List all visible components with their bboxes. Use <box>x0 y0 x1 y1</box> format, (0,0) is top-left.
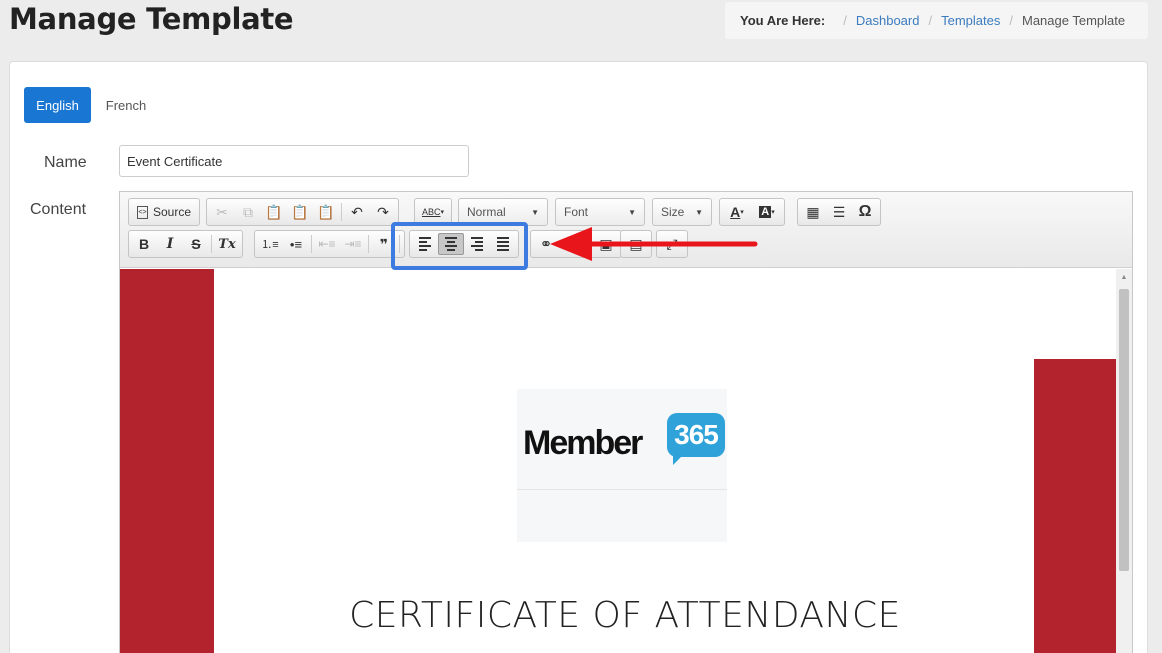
scroll-thumb[interactable] <box>1119 289 1129 571</box>
annotation-arrow-icon <box>550 227 758 261</box>
chevron-down-icon: ▼ <box>695 207 703 217</box>
breadcrumb-separator: / <box>928 13 933 28</box>
breadcrumb-label: You Are Here: <box>740 13 826 28</box>
bulleted-list-icon[interactable]: •≡ <box>283 233 309 255</box>
logo-badge: 365 <box>667 413 725 465</box>
font-dropdown-value: Font <box>564 205 589 219</box>
certificate-title: CERTIFICATE OF ATTENDANCE <box>349 595 901 636</box>
logo-text: Member <box>523 424 643 462</box>
background-color-icon[interactable]: A ▾ <box>752 201 782 223</box>
alignment-highlight-box <box>391 222 528 270</box>
tab-french[interactable]: French <box>94 87 158 123</box>
editor-content-area[interactable]: Member 365 CERTIFICATE OF ATTENDANCE <box>120 269 1116 653</box>
chevron-down-icon: ▼ <box>531 207 539 217</box>
paste-icon[interactable]: 📋 <box>261 201 287 223</box>
name-input-value: Event Certificate <box>127 153 223 169</box>
paste-word-icon[interactable]: 📋 <box>313 201 339 223</box>
cut-icon[interactable]: ✂ <box>209 201 235 223</box>
editor-scrollbar[interactable]: ▲ <box>1116 269 1132 653</box>
scroll-up-icon[interactable]: ▲ <box>1116 271 1132 283</box>
italic-icon[interactable]: I <box>157 233 183 255</box>
size-dropdown[interactable]: Size ▼ <box>652 198 712 226</box>
bold-icon[interactable]: B <box>131 233 157 255</box>
breadcrumb-current: Manage Template <box>1021 13 1126 28</box>
undo-icon[interactable]: ↶ <box>344 201 370 223</box>
template-panel: English French Name Event Certificate Co… <box>9 61 1148 653</box>
source-button-label: Source <box>153 205 192 219</box>
breadcrumb-separator: / <box>1009 13 1013 28</box>
breadcrumb-dashboard-link[interactable]: Dashboard <box>856 13 920 28</box>
chevron-down-icon: ▼ <box>628 207 636 217</box>
name-input[interactable]: Event Certificate <box>119 145 469 177</box>
table-icon[interactable]: ▦ <box>800 201 826 223</box>
breadcrumb-separator: / <box>843 13 847 28</box>
breadcrumb-templates-link[interactable]: Templates <box>941 13 1000 28</box>
name-label: Name <box>44 154 87 171</box>
member365-logo: Member 365 <box>517 389 727 542</box>
strikethrough-icon[interactable]: S <box>183 233 209 255</box>
source-icon: <> <box>137 205 148 219</box>
remove-format-icon[interactable]: Tx <box>214 233 240 255</box>
spellcheck-icon[interactable]: ABC ▾ <box>417 201 449 223</box>
redo-icon[interactable]: ↷ <box>370 201 396 223</box>
clipboard-group: ✂ ⧉ 📋 📋 📋 ↶ ↷ <box>206 198 399 226</box>
color-group: A ▾ A ▾ <box>719 198 785 226</box>
source-button[interactable]: <> Source <box>131 205 197 219</box>
numbered-list-icon[interactable]: ⒈≡ <box>257 233 283 255</box>
paste-text-icon[interactable]: 📋 <box>287 201 313 223</box>
indent-icon[interactable]: ⇥≡ <box>340 233 366 255</box>
basic-styles-group: B I S Tx <box>128 230 243 258</box>
content-label: Content <box>30 201 87 218</box>
source-group: <> Source <box>128 198 201 226</box>
format-dropdown-value: Normal <box>467 205 506 219</box>
insert-group: ▦ ☰ Ω <box>797 198 881 226</box>
horizontal-rule-icon[interactable]: ☰ <box>826 201 852 223</box>
font-dropdown[interactable]: Font ▼ <box>555 198 645 226</box>
special-char-icon[interactable]: Ω <box>852 201 878 223</box>
copy-icon[interactable]: ⧉ <box>235 201 261 223</box>
list-group: ⒈≡ •≡ ⇤≡ ⇥≡ ❞ <box>254 230 405 258</box>
breadcrumb: You Are Here: / Dashboard / Templates / … <box>725 2 1148 39</box>
size-dropdown-value: Size <box>661 205 685 219</box>
text-color-icon[interactable]: A ▾ <box>722 201 752 223</box>
outdent-icon[interactable]: ⇤≡ <box>314 233 340 255</box>
tab-english[interactable]: English <box>24 87 91 123</box>
page-title: Manage Template <box>9 2 294 36</box>
